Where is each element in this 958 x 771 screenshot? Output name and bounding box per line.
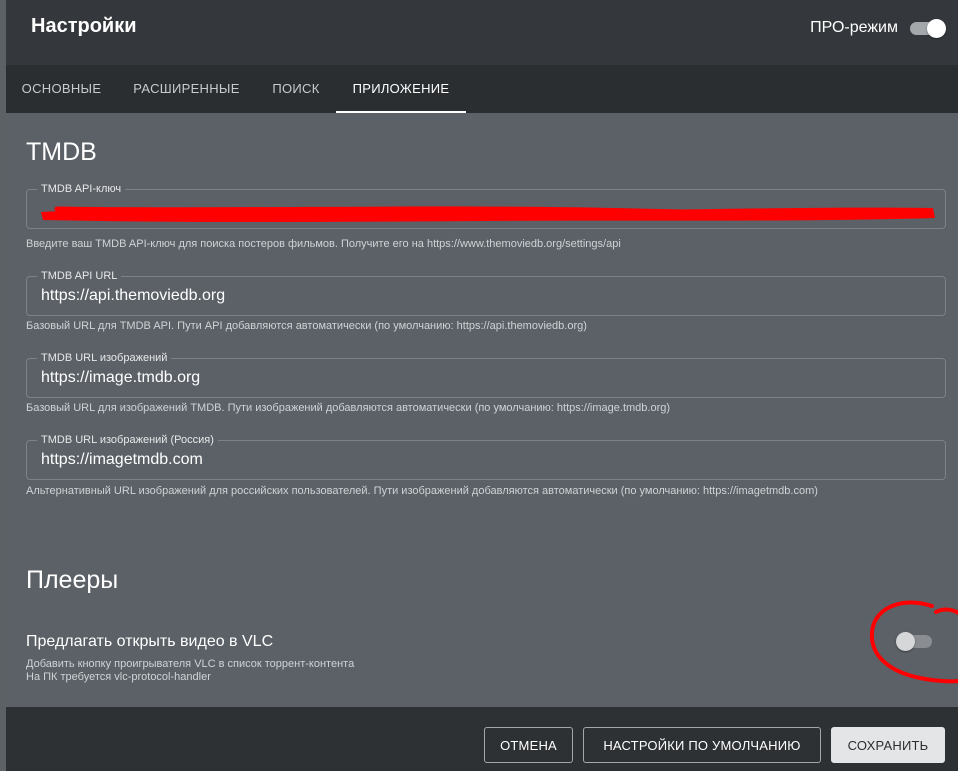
dialog-header: Настройки ПРО-режим	[6, 0, 958, 65]
dialog-footer: ОТМЕНА НАСТРОЙКИ ПО УМОЛЧАНИЮ СОХРАНИТЬ	[6, 707, 958, 771]
dialog-title: Настройки	[31, 15, 137, 37]
tmdb-api-key-field[interactable]: TMDB API-ключ	[26, 182, 946, 229]
settings-content: TMDB TMDB API-ключ Введите ваш TMDB API-…	[6, 113, 958, 707]
tmdb-api-url-value: https://api.themoviedb.org	[41, 287, 226, 304]
tmdb-image-url-field[interactable]: TMDB URL изображений https://image.tmdb.…	[26, 351, 946, 398]
tmdb-api-key-label: TMDB API-ключ	[37, 182, 126, 196]
section-title-players: Плееры	[26, 566, 119, 594]
tmdb-image-url-ru-value: https://imagetmdb.com	[41, 451, 203, 468]
tab-bar: ОСНОВНЫЕ РАСШИРЕННЫЕ ПОИСК ПРИЛОЖЕНИЕ	[6, 65, 958, 113]
tmdb-api-url-field[interactable]: TMDB API URL https://api.themoviedb.org	[26, 269, 946, 316]
tab-advanced[interactable]: РАСШИРЕННЫЕ	[117, 65, 256, 113]
tab-application[interactable]: ПРИЛОЖЕНИЕ	[336, 65, 466, 113]
redaction-scribble	[41, 206, 935, 222]
cancel-button[interactable]: ОТМЕНА	[484, 727, 573, 763]
section-title-tmdb: TMDB	[26, 138, 97, 166]
vlc-option-desc-line1: Добавить кнопку проигрывателя VLC в спис…	[26, 658, 355, 670]
reset-defaults-button[interactable]: НАСТРОЙКИ ПО УМОЛЧАНИЮ	[583, 727, 821, 763]
pro-mode-control: ПРО-режим	[810, 17, 946, 39]
pro-mode-label: ПРО-режим	[810, 19, 898, 36]
tmdb-image-url-ru-label: TMDB URL изображений (Россия)	[37, 433, 218, 447]
tab-basic[interactable]: ОСНОВНЫЕ	[6, 65, 117, 113]
toggle-knob	[927, 19, 946, 38]
pro-mode-toggle[interactable]	[908, 17, 946, 39]
tmdb-image-url-helper: Базовый URL для изображений TMDB. Пути и…	[26, 402, 671, 414]
vlc-option-desc-line2: На ПК требуется vlc-protocol-handler	[26, 671, 211, 683]
save-button[interactable]: СОХРАНИТЬ	[831, 727, 945, 763]
tmdb-image-url-ru-field[interactable]: TMDB URL изображений (Россия) https://im…	[26, 433, 946, 480]
vlc-option-title: Предлагать открыть видео в VLC	[26, 633, 274, 650]
tmdb-api-key-helper: Введите ваш TMDB API-ключ для поиска пос…	[26, 238, 621, 250]
vlc-toggle[interactable]	[896, 630, 934, 652]
tmdb-api-url-helper: Базовый URL для TMDB API. Пути API добав…	[26, 320, 587, 332]
tmdb-image-url-ru-helper: Альтернативный URL изображений для росси…	[26, 485, 818, 497]
tmdb-image-url-value: https://image.tmdb.org	[41, 369, 201, 386]
settings-dialog: Настройки ПРО-режим ОСНОВНЫЕ РАСШИРЕННЫЕ…	[6, 0, 958, 771]
tmdb-image-url-label: TMDB URL изображений	[37, 351, 172, 365]
toggle-knob	[896, 632, 915, 651]
tmdb-api-url-label: TMDB API URL	[37, 269, 122, 283]
tab-search[interactable]: ПОИСК	[256, 65, 336, 113]
